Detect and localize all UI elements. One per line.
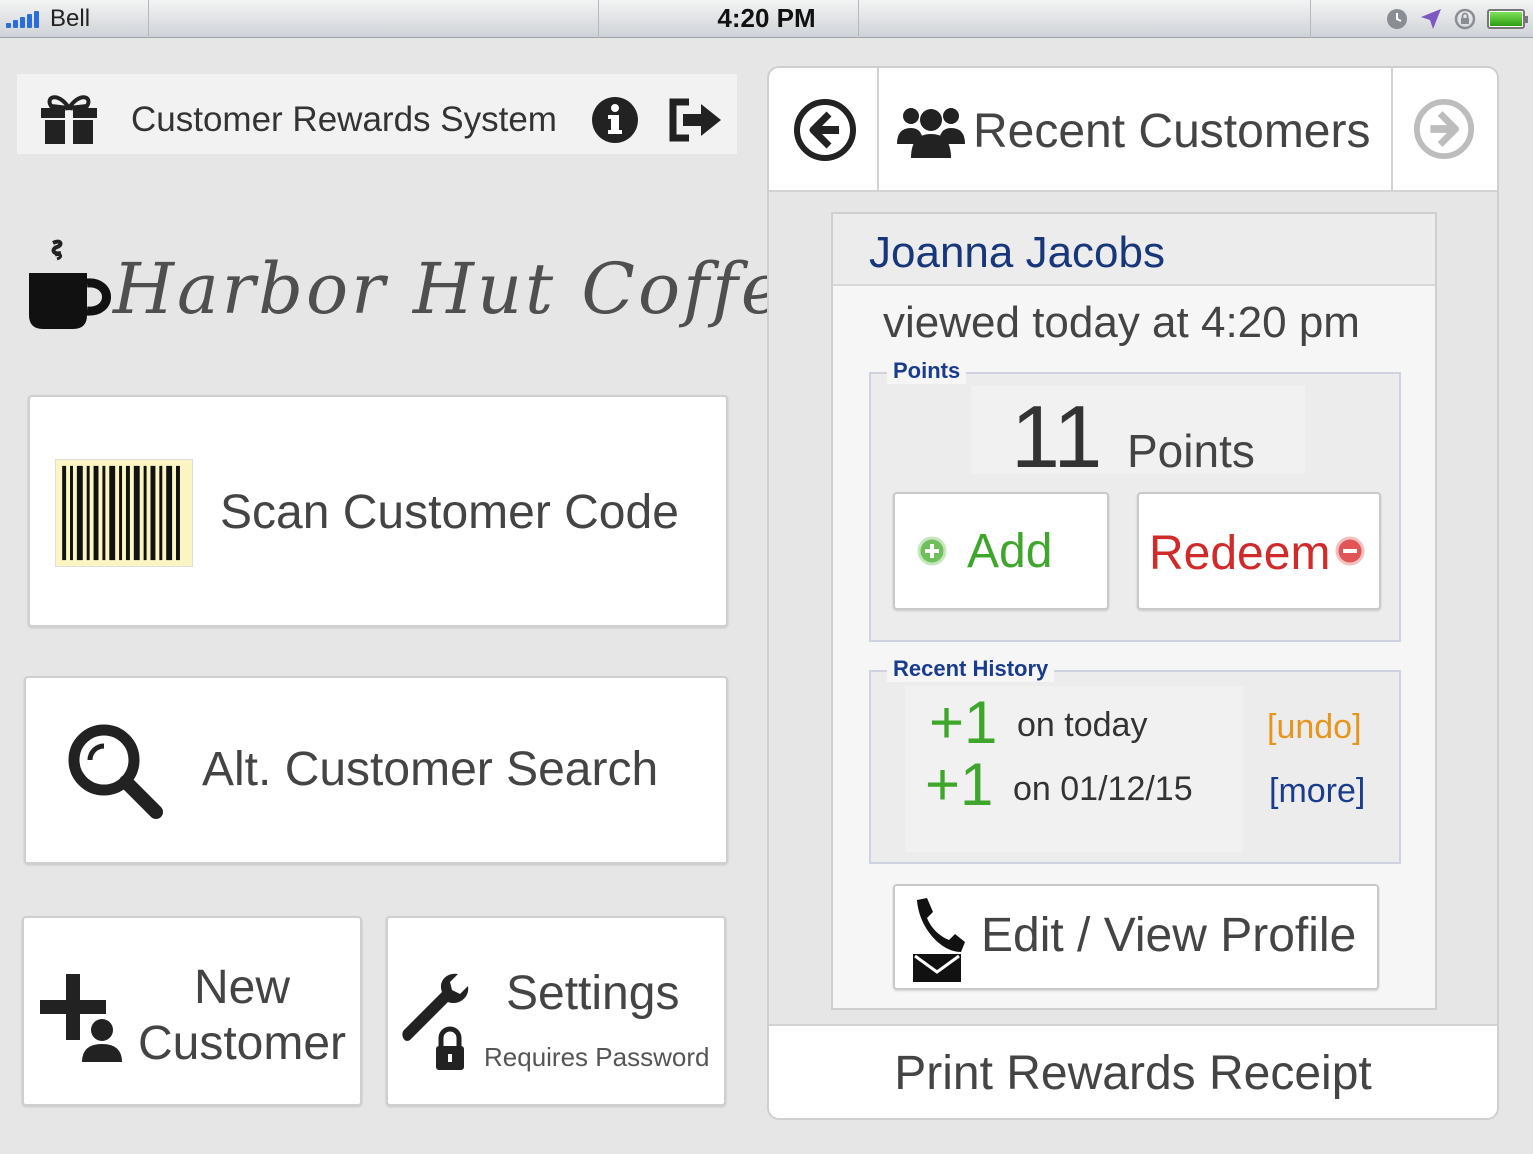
battery-icon <box>1487 9 1528 29</box>
new-customer-button[interactable]: New Customer <box>22 916 362 1106</box>
history-entry: +1 on 01/12/15 [more] <box>893 751 1393 834</box>
status-time: 4:20 PM <box>717 3 816 33</box>
edit-view-profile-button[interactable]: Edit / View Profile <box>893 884 1379 990</box>
recent-customers-title: Recent Customers <box>973 105 1371 158</box>
app-header: Customer Rewards System <box>17 74 737 154</box>
recent-customers-nav: Recent Customers <box>769 68 1497 192</box>
history-delta: +1 <box>929 689 998 756</box>
redeem-points-button[interactable]: Redeem <box>1137 492 1381 610</box>
brand-name: Harbor Hut Coffee <box>113 248 830 330</box>
edit-view-profile-label: Edit / View Profile <box>981 909 1357 962</box>
settings-button[interactable]: Settings Requires Password <box>386 916 726 1106</box>
coffee-cup-icon <box>29 239 111 329</box>
location-icon <box>1421 9 1441 29</box>
forward-arrow-icon[interactable] <box>1413 98 1475 160</box>
history-date: on today <box>1017 706 1148 744</box>
recent-history-legend: Recent History <box>887 656 1055 682</box>
plus-circle-icon <box>917 536 947 566</box>
print-rewards-receipt-button[interactable]: Print Rewards Receipt <box>769 1024 1497 1118</box>
more-link[interactable]: [more] <box>1269 772 1365 811</box>
customer-name[interactable]: Joanna Jacobs <box>869 228 1165 278</box>
redeem-points-label: Redeem <box>1149 527 1331 580</box>
back-arrow-icon[interactable] <box>793 98 857 162</box>
info-icon[interactable] <box>591 96 639 144</box>
customers-group-icon <box>897 108 965 158</box>
undo-link[interactable]: [undo] <box>1267 708 1362 747</box>
recent-customers-panel: Recent Customers Joanna Jacobs viewed to… <box>767 66 1499 1120</box>
clock-icon <box>1387 9 1407 29</box>
search-icon <box>68 724 163 819</box>
points-legend: Points <box>887 358 967 384</box>
add-user-icon <box>40 974 122 1062</box>
minus-circle-icon <box>1335 536 1365 566</box>
points-section: Points 11 Points Add Redeem <box>869 358 1401 642</box>
app-title: Customer Rewards System <box>131 100 557 139</box>
barcode-icon <box>55 459 193 567</box>
gift-icon <box>41 95 97 144</box>
logout-icon[interactable] <box>667 96 723 144</box>
scan-customer-code-button[interactable]: Scan Customer Code <box>28 395 728 627</box>
recent-history-section: Recent History +1 on today [undo] +1 on … <box>869 656 1401 864</box>
history-date: on 01/12/15 <box>1013 770 1193 808</box>
points-value: 11 <box>1011 387 1103 486</box>
phone-mail-icon <box>913 898 965 982</box>
customer-name-bar: Joanna Jacobs <box>833 214 1435 286</box>
settings-requires-password: Requires Password <box>484 1042 710 1072</box>
alt-customer-search-button[interactable]: Alt. Customer Search <box>24 676 728 864</box>
status-bar: Bell 4:20 PM <box>0 0 1533 38</box>
scan-customer-code-label: Scan Customer Code <box>220 486 679 539</box>
brand-logo: Harbor Hut Coffee <box>25 230 827 350</box>
history-delta: +1 <box>925 751 994 818</box>
settings-label: Settings <box>506 967 680 1020</box>
print-rewards-receipt-label: Print Rewards Receipt <box>894 1047 1372 1100</box>
customer-viewed-time: viewed today at 4:20 pm <box>883 298 1360 347</box>
new-customer-label: New Customer <box>137 961 347 1070</box>
alt-customer-search-label: Alt. Customer Search <box>202 743 659 796</box>
wrench-lock-icon <box>402 973 469 1070</box>
rotation-lock-icon <box>1454 8 1476 30</box>
points-display: 11 Points <box>971 386 1305 486</box>
points-unit: Points <box>1127 425 1255 477</box>
add-points-button[interactable]: Add <box>893 492 1109 610</box>
customer-card: Joanna Jacobs viewed today at 4:20 pm Po… <box>831 212 1437 1010</box>
add-points-label: Add <box>967 525 1053 578</box>
